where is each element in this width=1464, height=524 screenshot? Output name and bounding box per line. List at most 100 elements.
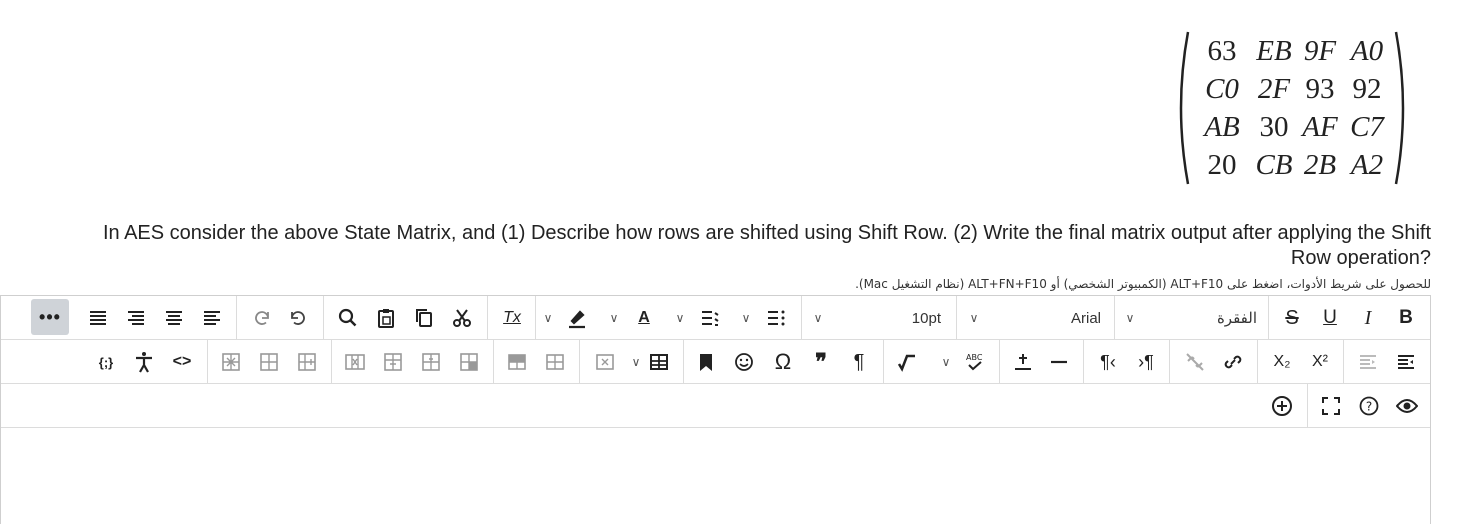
indent-icon[interactable] — [1357, 340, 1379, 384]
bookmark-icon[interactable] — [695, 340, 717, 384]
toolbar-row-2: {;} <> ∨ Ω ❞ ¶ ∨ ABC ¶‹ ›¶ X₂ X² — [1, 340, 1430, 384]
highlight-icon[interactable] — [565, 296, 589, 340]
search-icon[interactable] — [337, 296, 359, 340]
strikethrough-button[interactable]: S — [1281, 296, 1303, 340]
redo-icon[interactable] — [251, 296, 273, 340]
cut-icon[interactable] — [451, 296, 473, 340]
more-options-button[interactable]: ••• — [31, 299, 69, 335]
toolbar-separator — [331, 340, 332, 384]
table-row-insert-icon[interactable] — [257, 340, 281, 384]
table-row-icon[interactable] — [505, 340, 529, 384]
undo-icon[interactable] — [287, 296, 309, 340]
unlink-icon[interactable] — [1183, 340, 1207, 384]
underline-button[interactable]: U — [1319, 296, 1341, 340]
chevron-down-icon[interactable]: ∨ — [607, 296, 621, 340]
matrix-cell: C7 — [1350, 110, 1384, 143]
toolbar-separator — [801, 296, 802, 340]
table-insert-col-after-icon[interactable] — [419, 340, 443, 384]
horizontal-line-icon[interactable] — [1047, 340, 1071, 384]
chevron-down-icon[interactable]: ∨ — [541, 296, 555, 340]
matrix-cell: 93 — [1305, 72, 1335, 105]
table-insert-col-before-icon[interactable] — [381, 340, 405, 384]
blockquote-button[interactable]: ❞ — [809, 340, 833, 384]
toolbar-separator — [1343, 340, 1344, 384]
matrix-cell: 2B — [1303, 148, 1337, 181]
toolbar-separator — [1307, 384, 1308, 428]
matrix-cell: EB — [1256, 34, 1292, 67]
numbered-list-icon[interactable] — [765, 296, 787, 340]
table-cell-icon[interactable] — [457, 340, 481, 384]
chevron-down-icon[interactable]: ∨ — [1123, 296, 1137, 340]
add-icon[interactable] — [1269, 384, 1295, 428]
toolbar-separator — [999, 340, 1000, 384]
matrix-cell: 9F — [1303, 34, 1337, 67]
svg-text:?: ? — [1366, 400, 1372, 414]
table-delete-icon[interactable] — [593, 340, 617, 384]
mathtype-button[interactable]: {;} — [93, 340, 119, 384]
toolbar-row-3: ? — [1, 384, 1430, 428]
align-right-icon[interactable] — [125, 296, 147, 340]
chevron-down-icon[interactable]: ∨ — [739, 296, 753, 340]
copy-icon[interactable] — [413, 296, 435, 340]
outdent-icon[interactable] — [1395, 340, 1417, 384]
matrix-cell: 63 — [1207, 34, 1237, 67]
delete-table-icon[interactable] — [219, 340, 243, 384]
italic-button[interactable]: I — [1357, 296, 1379, 340]
chevron-down-icon[interactable]: ∨ — [811, 296, 825, 340]
toolbar-separator — [683, 340, 684, 384]
rtl-direction-icon[interactable]: ›¶ — [1133, 340, 1159, 384]
matrix-cell: 30 — [1259, 110, 1289, 143]
spellcheck-icon[interactable]: ABC — [963, 340, 987, 384]
subscript-button[interactable]: X₂ — [1269, 340, 1295, 384]
chevron-down-icon[interactable]: ∨ — [967, 296, 981, 340]
bullet-list-icon[interactable] — [699, 296, 721, 340]
toolbar-separator — [579, 340, 580, 384]
align-justify-icon[interactable] — [87, 296, 109, 340]
table-delete-col-icon[interactable] — [343, 340, 367, 384]
emoji-icon[interactable] — [733, 340, 755, 384]
chevron-down-icon[interactable]: ∨ — [939, 340, 953, 384]
special-character-button[interactable]: Ω — [771, 340, 795, 384]
formula-icon[interactable] — [895, 340, 919, 384]
clear-format-button[interactable]: Tx — [499, 296, 525, 340]
pilcrow-button[interactable]: ¶ — [847, 340, 871, 384]
fullscreen-icon[interactable] — [1319, 384, 1343, 428]
paragraph-style-select[interactable]: الفقرة — [1197, 296, 1257, 340]
editor-content-area[interactable] — [1, 428, 1430, 524]
link-icon[interactable] — [1221, 340, 1245, 384]
table-merge-icon[interactable] — [543, 340, 567, 384]
state-matrix: 63 EB 9F A0 C0 2F 93 92 AB 30 AF C7 20 C… — [1172, 28, 1412, 188]
help-icon[interactable]: ? — [1357, 384, 1381, 428]
question-line-1: In AES consider the above State Matrix, … — [102, 222, 1431, 244]
toolbar-separator — [1169, 340, 1170, 384]
align-center-icon[interactable] — [163, 296, 185, 340]
matrix-cell: 2F — [1257, 72, 1291, 105]
align-left-icon[interactable] — [201, 296, 223, 340]
insert-anchor-icon[interactable] — [1011, 340, 1035, 384]
toolbar-separator — [487, 296, 488, 340]
toolbar-separator — [1114, 296, 1115, 340]
matrix-grid: 63 EB 9F A0 C0 2F 93 92 AB 30 AF C7 20 C… — [1194, 32, 1392, 184]
toolbar-separator — [535, 296, 536, 340]
font-family-select[interactable]: Arial — [1041, 296, 1101, 340]
ltr-direction-icon[interactable]: ¶‹ — [1095, 340, 1121, 384]
chevron-down-icon[interactable]: ∨ — [673, 296, 687, 340]
source-code-button[interactable]: <> — [169, 340, 195, 384]
bold-button[interactable]: B — [1395, 296, 1417, 340]
matrix-cell: AB — [1204, 110, 1240, 143]
matrix-cell: C0 — [1205, 72, 1239, 105]
accessibility-icon[interactable] — [133, 340, 155, 384]
font-size-select[interactable]: 10pt — [881, 296, 941, 340]
text-color-button[interactable]: A — [633, 296, 655, 340]
superscript-button[interactable]: X² — [1307, 340, 1333, 384]
right-parenthesis — [1394, 31, 1405, 185]
matrix-cell: AF — [1302, 110, 1338, 143]
table-col-insert-icon[interactable] — [295, 340, 319, 384]
matrix-cell: A2 — [1350, 148, 1384, 181]
matrix-cell: A0 — [1350, 34, 1384, 67]
toolbar-separator — [207, 340, 208, 384]
chevron-down-icon[interactable]: ∨ — [629, 340, 643, 384]
table-icon[interactable] — [647, 340, 671, 384]
paste-icon[interactable] — [375, 296, 397, 340]
preview-icon[interactable] — [1395, 384, 1419, 428]
